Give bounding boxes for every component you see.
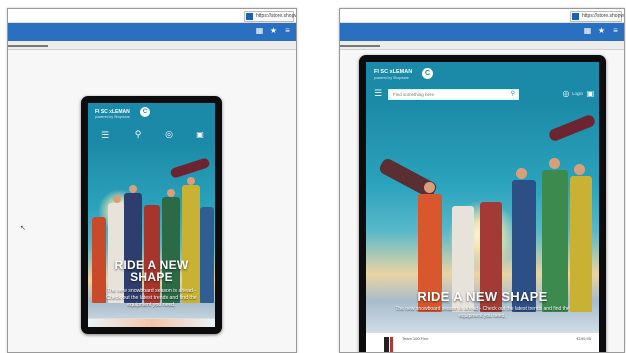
search-placeholder: Find something here	[393, 92, 435, 97]
search-icon[interactable]: ⚲	[133, 130, 143, 139]
page-area: FI SC xLEMAN powered by Shopware C ☰ Fin…	[340, 50, 624, 352]
hero-title-line2: SHAPE	[130, 270, 173, 284]
cart-icon[interactable]: ▣	[586, 89, 595, 98]
hero-subtitle-line3: equipment you need.	[127, 302, 176, 308]
snowboard	[169, 157, 211, 179]
favicon-icon	[246, 13, 253, 20]
star-icon[interactable]: ★	[269, 26, 278, 35]
favicon-icon	[572, 13, 579, 20]
share-icon[interactable]: ▦	[255, 26, 264, 35]
menu-icon[interactable]: ≡	[611, 26, 620, 35]
page-area: ↖ FI SC xLEMAN powered by Shopware C ☰ ⚲…	[8, 50, 296, 352]
hero-subtitle-line2: Check out the latest trends and find the	[106, 295, 197, 301]
browser-toolbar: ▦ ★ ≡	[340, 23, 624, 41]
search-input[interactable]: Find something here ⚲	[388, 89, 519, 100]
rider-head	[516, 168, 527, 179]
product-price: €199,95	[576, 336, 591, 341]
hero-image[interactable]: RIDE A NEW SHAPE The new snowboard seaso…	[88, 145, 215, 327]
title-strip: https://store.shopware	[340, 9, 624, 23]
hero-subtitle-line1: The new snowboard season is ahead -	[106, 288, 197, 294]
share-icon[interactable]: ▦	[583, 26, 592, 35]
address-strip	[8, 41, 296, 50]
shop-header: FI SC xLEMAN powered by Shopware C ☰ Fin…	[366, 62, 599, 106]
hero-image[interactable]: RIDE A NEW SHAPE The new snowboard seaso…	[366, 106, 599, 333]
rider-head	[424, 182, 435, 193]
rider-head	[549, 158, 560, 169]
menu-icon[interactable]: ≡	[283, 26, 292, 35]
rider-head	[574, 164, 585, 175]
loading-progress-bar	[340, 45, 380, 47]
snowboard	[547, 113, 597, 143]
phone-device: FI SC xLEMAN powered by Shopware C ☰ ⚲ ◎…	[81, 96, 222, 334]
cart-icon[interactable]: ▣	[195, 130, 205, 139]
left-browser-window: https://store.shopware ▦ ★ ≡ ↖ FI SC xLE…	[7, 8, 297, 353]
rider-head	[167, 189, 175, 197]
rider-head	[129, 185, 137, 193]
loading-progress-bar	[8, 45, 49, 47]
shop-header: FI SC xLEMAN powered by Shopware C ☰ ⚲ ◎…	[88, 103, 215, 145]
browser-tab[interactable]: https://store.shopware	[570, 11, 624, 22]
hamburger-icon[interactable]: ☰	[100, 131, 110, 140]
tablet-screen: FI SC xLEMAN powered by Shopware C ☰ Fin…	[366, 62, 599, 352]
product-teaser[interactable]: Team 100 Fine €199,95	[366, 332, 599, 352]
location-pin-icon[interactable]: ◎	[562, 89, 570, 98]
browser-tab[interactable]: https://store.shopware	[244, 11, 296, 22]
rider-head	[113, 195, 121, 203]
shop-logo-text[interactable]: FI SC xLEMAN	[374, 69, 412, 75]
tablet-device: FI SC xLEMAN powered by Shopware C ☰ Fin…	[359, 55, 606, 352]
location-pin-icon[interactable]: ◎	[164, 130, 174, 139]
search-icon[interactable]: ⚲	[511, 90, 515, 99]
hero-title: RIDE A NEW SHAPE	[417, 289, 548, 304]
tab-label: https://store.shopware	[582, 13, 624, 19]
tab-label: https://store.shopware	[256, 13, 296, 19]
shop-logo-tagline: powered by Shopware	[95, 115, 130, 119]
rider	[124, 193, 142, 303]
phone-screen: FI SC xLEMAN powered by Shopware C ☰ ⚲ ◎…	[88, 103, 215, 327]
mouse-cursor-icon: ↖	[20, 225, 26, 232]
login-link[interactable]: Login	[572, 91, 583, 97]
logo-badge-icon: C	[140, 107, 150, 117]
rider	[182, 185, 200, 303]
hamburger-icon[interactable]: ☰	[373, 89, 383, 98]
hero-subtitle: The new snowboard season is ahead - Chec…	[395, 306, 570, 319]
product-name[interactable]: Team 100 Fine	[402, 336, 428, 341]
shop-logo-tagline: powered by Shopware	[374, 76, 409, 80]
browser-toolbar: ▦ ★ ≡	[8, 23, 296, 41]
logo-badge-icon: C	[422, 68, 433, 79]
address-strip	[340, 41, 624, 50]
star-icon[interactable]: ★	[597, 26, 606, 35]
title-strip: https://store.shopware	[8, 9, 296, 23]
rider-head	[187, 177, 195, 185]
right-browser-window: https://store.shopware ▦ ★ ≡ FI SC xLEMA…	[339, 8, 625, 353]
product-teaser[interactable]	[88, 318, 215, 327]
